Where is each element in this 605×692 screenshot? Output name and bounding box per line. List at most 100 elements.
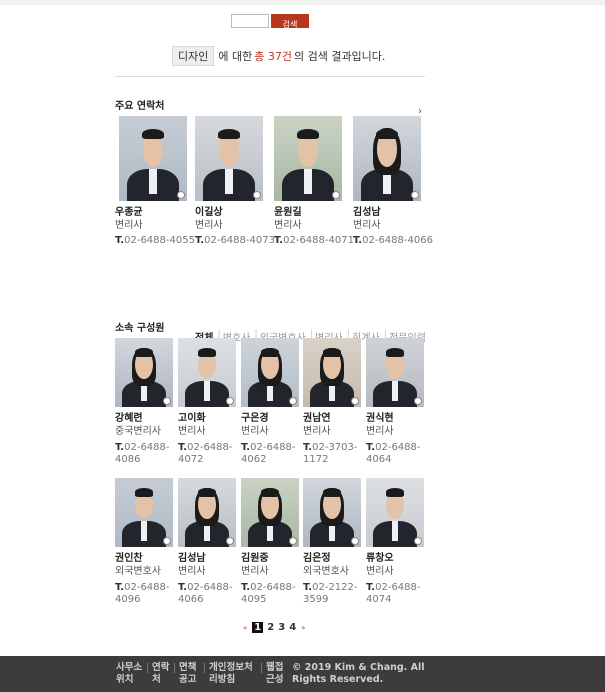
profile-badge-icon[interactable] <box>351 537 359 545</box>
contact-phone[interactable]: T.02-6488-4055 <box>115 235 195 247</box>
profile-photo[interactable] <box>115 338 173 407</box>
contact-card[interactable]: 이길상변리사 T.02-6488-4073 <box>195 116 275 247</box>
profile-photo[interactable] <box>115 478 173 547</box>
pagination: « 1 2 3 4 » <box>240 622 308 633</box>
contact-role: 변리사 <box>353 220 381 231</box>
profile-photo[interactable] <box>366 478 424 547</box>
member-name: 고이화 <box>178 413 206 424</box>
contact-name: 우종균 <box>115 207 143 218</box>
footer-link-accessibility[interactable]: 웹접 근성 <box>266 662 283 686</box>
profile-photo[interactable] <box>241 478 299 547</box>
contact-phone[interactable]: T.02-6488-4073 <box>195 235 275 247</box>
profile-badge-icon[interactable] <box>177 191 185 199</box>
search-button[interactable]: 검색 <box>271 14 309 28</box>
contact-role: 변리사 <box>195 220 223 231</box>
footer: 사무소 위치 연락 처 면책 공고 개인정보처 리방침 웹접 근성 © 2019 Kim … <box>0 656 605 692</box>
member-phone[interactable]: T.02-6488- 4095 <box>241 582 299 606</box>
top-strip <box>0 0 605 5</box>
member-role: 외국변호사 <box>303 566 349 577</box>
member-card[interactable]: 권인찬 외국변호사 T.02-6488- 4096 <box>115 478 173 606</box>
profile-photo[interactable] <box>303 478 361 547</box>
footer-link-location[interactable]: 사무소 위치 <box>116 662 142 686</box>
contact-phone[interactable]: T.02-6488-4071 <box>274 235 354 247</box>
footer-link-contact[interactable]: 연락 처 <box>152 662 169 686</box>
member-name: 류창오 <box>366 553 394 564</box>
member-role: 변리사 <box>178 566 206 577</box>
member-card[interactable]: 강혜련중국변리사 T.02-6488- 4086 <box>115 338 173 466</box>
member-phone[interactable]: T.02-6488- 4072 <box>178 442 236 466</box>
member-name: 김은정 <box>303 553 331 564</box>
member-phone[interactable]: T.02-6488- 4096 <box>115 582 173 606</box>
member-phone[interactable]: T.02-6488- 4086 <box>115 442 173 466</box>
member-name: 권식현 <box>366 413 394 424</box>
contact-role: 변리사 <box>274 220 302 231</box>
page-link-3[interactable]: 3 <box>278 622 285 633</box>
member-card[interactable]: 김성남변리사 T.02-6488- 4066 <box>178 478 236 606</box>
member-name: 구은경 <box>241 413 269 424</box>
profile-badge-icon[interactable] <box>411 191 419 199</box>
footer-link-disclaimer[interactable]: 면책 공고 <box>179 662 196 686</box>
profile-photo[interactable] <box>119 116 187 201</box>
contact-card[interactable]: 김성남변리사 T.02-6488-4066 <box>353 116 433 247</box>
member-name: 권남연 <box>303 413 331 424</box>
profile-badge-icon[interactable] <box>414 537 422 545</box>
profile-badge-icon[interactable] <box>414 397 422 405</box>
contact-card[interactable]: 윤원길변리사 T.02-6488-4071 <box>274 116 354 247</box>
member-card[interactable]: 김원중 변리사 T.02-6488- 4095 <box>241 478 299 606</box>
member-phone[interactable]: T.02-6488- 4064 <box>366 442 424 466</box>
profile-badge-icon[interactable] <box>351 397 359 405</box>
member-name: 김성남 <box>178 553 206 564</box>
member-phone[interactable]: T.02-2122- 3599 <box>303 582 361 606</box>
member-role: 변리사 <box>241 426 269 437</box>
contact-phone[interactable]: T.02-6488-4066 <box>353 235 433 247</box>
footer-link-privacy[interactable]: 개인정보처 리방침 <box>209 662 253 686</box>
page-link-4[interactable]: 4 <box>289 622 296 633</box>
profile-photo[interactable] <box>303 338 361 407</box>
page-link-1[interactable]: 1 <box>252 622 264 633</box>
profile-badge-icon[interactable] <box>332 191 340 199</box>
profile-badge-icon[interactable] <box>226 537 234 545</box>
search-result-summary: 디자인 에 대한 총 37건 의 검색 결과입니다. <box>172 46 386 66</box>
member-card[interactable]: 김은정외국변호사 T.02-2122- 3599 <box>303 478 361 606</box>
member-name: 강혜련 <box>115 413 143 424</box>
search-input[interactable] <box>231 14 269 28</box>
profile-photo[interactable] <box>178 338 236 407</box>
member-phone[interactable]: T.02-6488- 4062 <box>241 442 299 466</box>
result-count: 총 37건 <box>254 50 292 63</box>
member-card[interactable]: 고이화 변리사 T.02-6488- 4072 <box>178 338 236 466</box>
member-phone[interactable]: T.02-3703- 1172 <box>303 442 361 466</box>
contact-name: 김성남 <box>353 207 381 218</box>
next-page-button[interactable]: » <box>301 624 305 632</box>
profile-badge-icon[interactable] <box>289 537 297 545</box>
profile-photo[interactable] <box>366 338 424 407</box>
member-role: 중국변리사 <box>115 426 161 437</box>
footer-copyright: © 2019 Kim & Chang. All Rights Reserved. <box>292 662 425 685</box>
profile-badge-icon[interactable] <box>163 537 171 545</box>
profile-photo[interactable] <box>241 338 299 407</box>
profile-photo[interactable] <box>178 478 236 547</box>
profile-photo[interactable] <box>353 116 421 201</box>
contact-card[interactable]: 우종균 변리사 T.02-6488-4055 <box>115 116 195 247</box>
profile-badge-icon[interactable] <box>163 397 171 405</box>
member-phone[interactable]: T.02-6488- 4074 <box>366 582 424 606</box>
contact-name: 윤원길 <box>274 207 302 218</box>
result-suffix: 의 검색 결과입니다. <box>293 50 386 63</box>
member-role: 변리사 <box>366 566 394 577</box>
profile-photo[interactable] <box>274 116 342 201</box>
profile-badge-icon[interactable] <box>289 397 297 405</box>
contact-name: 이길상 <box>195 207 223 218</box>
main-contacts-title: 주요 연락처 <box>115 101 165 112</box>
result-prefix: 에 대한 <box>218 50 253 63</box>
member-card[interactable]: 구은경변리사 T.02-6488- 4062 <box>241 338 299 466</box>
member-phone[interactable]: T.02-6488- 4066 <box>178 582 236 606</box>
prev-page-button[interactable]: « <box>243 624 247 632</box>
profile-badge-icon[interactable] <box>253 191 261 199</box>
member-card[interactable]: 류창오변리사 T.02-6488- 4074 <box>366 478 424 606</box>
profile-photo[interactable] <box>195 116 263 201</box>
page-link-2[interactable]: 2 <box>267 622 274 633</box>
member-name: 권인찬 <box>115 553 143 564</box>
member-card[interactable]: 권식현 변리사 T.02-6488- 4064 <box>366 338 424 466</box>
member-card[interactable]: 권남연 변리사 T.02-3703- 1172 <box>303 338 361 466</box>
members-title: 소속 구성원 <box>115 323 165 334</box>
profile-badge-icon[interactable] <box>226 397 234 405</box>
